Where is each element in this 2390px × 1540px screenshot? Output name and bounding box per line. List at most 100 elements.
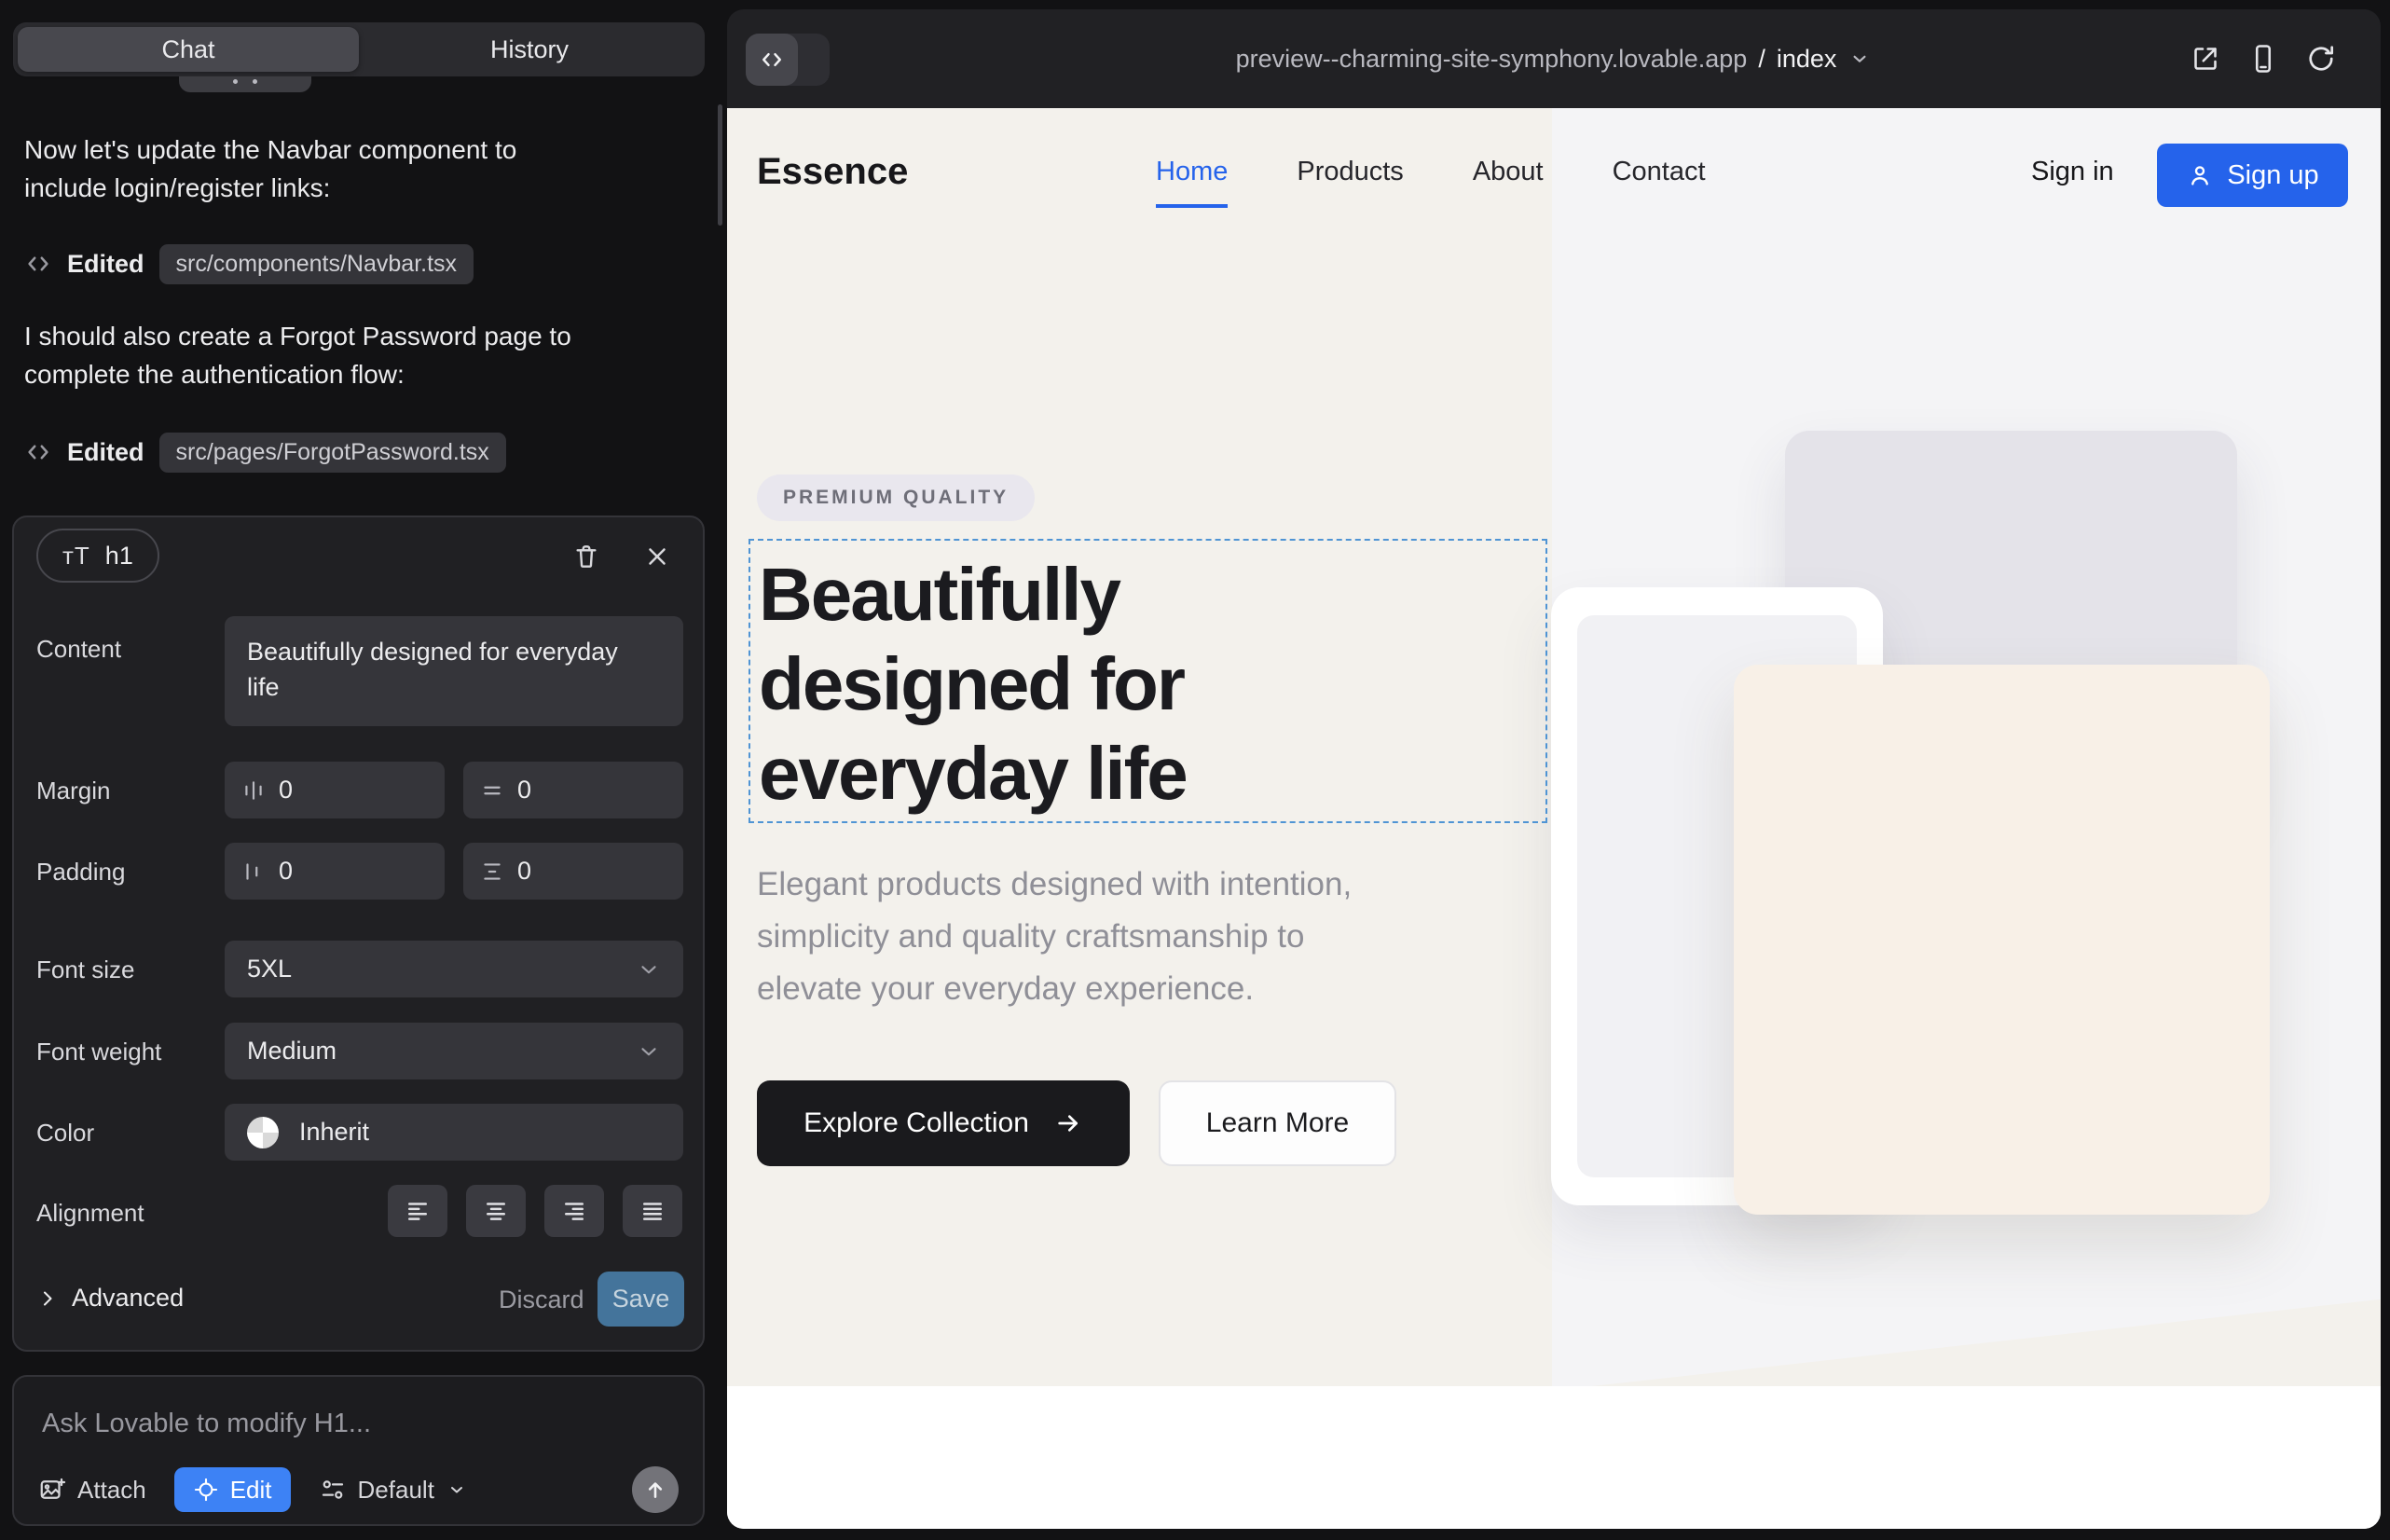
code-icon	[24, 250, 52, 278]
url-separator: /	[1758, 45, 1765, 74]
chevron-down-icon	[1847, 47, 1872, 71]
align-center-button[interactable]	[466, 1185, 526, 1237]
align-center-icon	[482, 1197, 510, 1225]
edit-mode-button[interactable]: Edit	[174, 1467, 291, 1512]
type-icon: тT	[62, 542, 90, 571]
margin-vertical-icon	[480, 778, 504, 803]
align-right-button[interactable]	[544, 1185, 604, 1237]
open-external-icon[interactable]	[2189, 42, 2222, 76]
close-editor-button[interactable]	[637, 536, 678, 577]
color-label: Color	[36, 1119, 94, 1148]
font-size-select[interactable]: 5XL	[225, 941, 683, 997]
delete-element-button[interactable]	[566, 536, 607, 577]
color-select[interactable]: Inherit	[225, 1104, 683, 1161]
edited-label: Edited	[67, 438, 144, 467]
content-label: Content	[36, 635, 121, 664]
sign-in-link[interactable]: Sign in	[2031, 157, 2114, 187]
edited-file-badge[interactable]: src/components/Navbar.tsx	[159, 244, 474, 284]
assistant-message: Now let's update the Navbar component to…	[24, 131, 677, 207]
hero-card-cream	[1734, 665, 2270, 1215]
edited-file-row: Edited src/components/Navbar.tsx	[24, 244, 474, 283]
font-size-label: Font size	[36, 956, 135, 984]
close-icon	[643, 543, 671, 571]
padding-label: Padding	[36, 858, 125, 887]
content-textarea[interactable]: Beautifully designed for everyday life	[225, 616, 683, 726]
font-weight-select[interactable]: Medium	[225, 1023, 683, 1079]
edited-file-badge[interactable]: src/pages/ForgotPassword.tsx	[159, 433, 506, 473]
target-icon	[193, 1477, 219, 1503]
assistant-message: I should also create a Forgot Password p…	[24, 317, 677, 393]
align-right-icon	[560, 1197, 588, 1225]
save-button[interactable]: Save	[598, 1272, 684, 1327]
arrow-up-icon	[642, 1477, 668, 1503]
send-button[interactable]	[632, 1466, 679, 1513]
discard-button[interactable]: Discard	[499, 1286, 584, 1314]
nav-contact[interactable]: Contact	[1613, 157, 1706, 187]
align-justify-icon	[639, 1197, 666, 1225]
tab-chat[interactable]: Chat	[18, 27, 359, 72]
align-left-button[interactable]	[388, 1185, 447, 1237]
chat-history-tabs: Chat History	[13, 22, 705, 76]
composer-input[interactable]: Ask Lovable to modify H1...	[42, 1409, 371, 1439]
arrow-right-icon	[1053, 1108, 1083, 1138]
refresh-icon[interactable]	[2304, 42, 2338, 76]
attach-image-icon	[38, 1476, 66, 1504]
color-swatch	[247, 1117, 279, 1148]
composer-toolbar: Attach Edit Default	[14, 1464, 703, 1515]
chat-composer[interactable]: Ask Lovable to modify H1... Attach Edit …	[12, 1375, 705, 1526]
code-preview-toggle[interactable]	[746, 34, 830, 86]
margin-horizontal-icon	[241, 778, 266, 803]
mode-select[interactable]: Default	[319, 1476, 468, 1505]
nav-home[interactable]: Home	[1156, 157, 1228, 187]
selected-heading-outline[interactable]: Beautifully designed for everyday life	[749, 539, 1547, 823]
learn-more-button[interactable]: Learn More	[1159, 1080, 1396, 1166]
element-tag: h1	[105, 542, 133, 571]
edited-file-row: Edited src/pages/ForgotPassword.tsx	[24, 433, 506, 472]
scrolled-badge-partial	[179, 76, 311, 92]
edited-label: Edited	[67, 250, 144, 279]
url-domain: preview--charming-site-symphony.lovable.…	[1236, 45, 1748, 74]
preview-window: preview--charming-site-symphony.lovable.…	[727, 9, 2381, 1529]
site-logo[interactable]: Essence	[757, 151, 908, 193]
trash-icon	[571, 542, 601, 571]
site-canvas: Essence Home Products About Contact Sign…	[727, 108, 2381, 1529]
margin-y-input[interactable]: 0	[463, 762, 683, 818]
margin-label: Margin	[36, 777, 110, 805]
hero-badge: PREMIUM QUALITY	[757, 474, 1035, 521]
chevron-down-icon	[637, 957, 661, 982]
tab-history[interactable]: History	[359, 27, 700, 72]
preview-topbar: preview--charming-site-symphony.lovable.…	[727, 9, 2381, 108]
advanced-toggle[interactable]: Advanced	[36, 1284, 184, 1313]
sign-up-button[interactable]: Sign up	[2157, 144, 2348, 207]
site-nav: Home Products About Contact	[1156, 157, 1706, 187]
url-path: index	[1777, 45, 1837, 74]
url-bar[interactable]: preview--charming-site-symphony.lovable.…	[1007, 9, 2101, 108]
sliders-icon	[319, 1476, 347, 1504]
selected-element-chip[interactable]: тT h1	[36, 529, 159, 583]
chevron-down-icon	[446, 1478, 468, 1501]
hero-heading[interactable]: Beautifully designed for everyday life	[759, 550, 1545, 818]
chevron-down-icon	[637, 1039, 661, 1064]
mobile-view-icon[interactable]	[2246, 42, 2280, 76]
nav-products[interactable]: Products	[1297, 157, 1403, 187]
explore-collection-button[interactable]: Explore Collection	[757, 1080, 1130, 1166]
align-left-icon	[404, 1197, 432, 1225]
padding-x-input[interactable]: 0	[225, 843, 445, 900]
padding-y-input[interactable]: 0	[463, 843, 683, 900]
attach-button[interactable]: Attach	[38, 1476, 146, 1505]
align-justify-button[interactable]	[623, 1185, 682, 1237]
code-icon	[759, 47, 785, 73]
padding-vertical-icon	[480, 859, 504, 884]
code-toggle-segment[interactable]	[746, 34, 798, 86]
code-icon	[24, 438, 52, 466]
element-editor-panel: тT h1 Content Beautifully designed for e…	[12, 516, 705, 1352]
topbar-actions	[2189, 9, 2338, 108]
chevron-right-icon	[36, 1287, 59, 1310]
margin-x-input[interactable]: 0	[225, 762, 445, 818]
chat-scrollbar[interactable]	[718, 104, 722, 226]
nav-about[interactable]: About	[1473, 157, 1544, 187]
hero-paragraph: Elegant products designed with intention…	[757, 859, 1352, 1015]
section-below-hero	[727, 1386, 2381, 1529]
padding-horizontal-icon	[241, 859, 266, 884]
site-header: Essence Home Products About Contact Sign…	[727, 108, 2381, 239]
